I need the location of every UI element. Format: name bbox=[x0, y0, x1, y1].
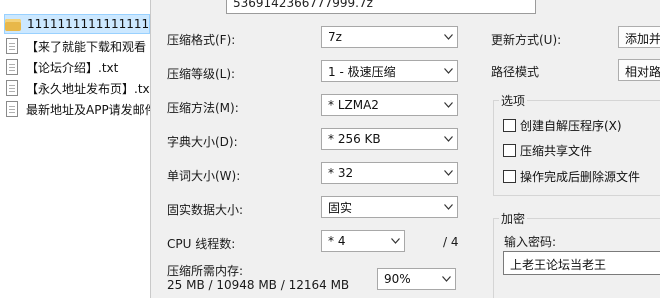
delete-after-checkbox[interactable]: 操作完成后删除源文件 bbox=[503, 168, 640, 185]
dict-select[interactable]: * 256 KB bbox=[321, 128, 458, 150]
threads-select[interactable]: * 4 bbox=[321, 230, 405, 252]
list-item-file[interactable]: 【来了就能下载和观看 bbox=[4, 36, 150, 56]
level-select[interactable]: 1 - 极速压缩 bbox=[321, 60, 458, 82]
chevron-down-icon bbox=[439, 197, 457, 217]
file-name: 最新地址及APP请发邮件 bbox=[26, 102, 150, 117]
format-value: 7z bbox=[328, 30, 342, 44]
options-group-title: 选项 bbox=[499, 92, 528, 109]
checkbox-box bbox=[503, 170, 516, 183]
chevron-down-icon bbox=[439, 95, 457, 115]
memory-percent-select[interactable]: 90% bbox=[377, 268, 456, 290]
chevron-down-icon bbox=[386, 231, 404, 251]
password-label: 输入密码: bbox=[504, 235, 557, 249]
file-name: 1111111111111111 bbox=[27, 17, 150, 31]
compress-shared-checkbox-label: 压缩共享文件 bbox=[520, 144, 593, 158]
chevron-down-icon bbox=[439, 129, 457, 149]
text-file-icon bbox=[6, 59, 18, 75]
level-label: 压缩等级(L): bbox=[167, 67, 236, 81]
list-item-file[interactable]: 最新地址及APP请发邮件 bbox=[4, 99, 150, 119]
memory-label: 压缩所需内存: bbox=[167, 264, 244, 278]
memory-info: 25 MB / 10948 MB / 12164 MB bbox=[167, 278, 350, 292]
method-label: 压缩方法(M): bbox=[167, 101, 239, 115]
compress-shared-checkbox[interactable]: 压缩共享文件 bbox=[503, 142, 592, 159]
checkbox-box bbox=[503, 119, 516, 132]
update-mode-select[interactable]: 添加并替换文件 bbox=[618, 26, 660, 48]
path-mode-select[interactable]: 相对路径 bbox=[618, 59, 660, 81]
chevron-down-icon bbox=[439, 61, 457, 81]
password-input[interactable]: 上老王论坛当老王 bbox=[503, 251, 660, 275]
text-file-icon bbox=[6, 38, 18, 54]
chevron-down-icon bbox=[437, 269, 455, 289]
method-value: * LZMA2 bbox=[328, 98, 379, 112]
text-file-icon bbox=[6, 101, 18, 117]
threads-max: / 4 bbox=[443, 235, 459, 249]
solid-select[interactable]: 固实 bbox=[321, 196, 458, 218]
folder-icon bbox=[5, 19, 21, 31]
archive-name-input[interactable]: 5369142366777999.7z bbox=[226, 0, 536, 14]
format-label: 压缩格式(F): bbox=[167, 33, 236, 47]
dict-value: * 256 KB bbox=[328, 132, 381, 146]
sfx-checkbox-label: 创建自解压程序(X) bbox=[520, 119, 622, 133]
delete-after-checkbox-label: 操作完成后删除源文件 bbox=[520, 170, 641, 184]
dict-label: 字典大小(D): bbox=[167, 135, 238, 149]
add-to-archive-dialog: 5369142366777999.7z 压缩格式(F): 7z 压缩等级(L):… bbox=[150, 0, 660, 298]
memory-percent-value: 90% bbox=[384, 272, 411, 286]
text-file-icon bbox=[6, 80, 18, 96]
word-value: * 32 bbox=[328, 166, 354, 180]
method-select[interactable]: * LZMA2 bbox=[321, 94, 458, 116]
chevron-down-icon bbox=[439, 27, 457, 47]
file-name: 【永久地址发布页】.txt bbox=[26, 81, 150, 96]
file-explorer-list: 1111111111111111 【来了就能下载和观看 【论坛介绍】.txt 【… bbox=[0, 0, 150, 298]
path-label: 路径模式 bbox=[491, 65, 540, 79]
list-item-file[interactable]: 【论坛介绍】.txt bbox=[4, 57, 150, 77]
list-item-folder[interactable]: 1111111111111111 bbox=[4, 14, 150, 34]
threads-value: * 4 bbox=[328, 234, 346, 248]
file-name: 【来了就能下载和观看 bbox=[26, 39, 147, 54]
threads-label: CPU 线程数: bbox=[167, 237, 236, 251]
level-value: 1 - 极速压缩 bbox=[328, 64, 396, 79]
checkbox-box bbox=[503, 144, 516, 157]
word-label: 单词大小(W): bbox=[167, 169, 241, 183]
format-select[interactable]: 7z bbox=[321, 26, 458, 48]
solid-label: 固实数据大小: bbox=[167, 203, 244, 217]
sfx-checkbox[interactable]: 创建自解压程序(X) bbox=[503, 117, 622, 134]
word-select[interactable]: * 32 bbox=[321, 162, 458, 184]
chevron-down-icon bbox=[439, 163, 457, 183]
solid-value: 固实 bbox=[328, 200, 353, 215]
list-item-file[interactable]: 【永久地址发布页】.txt bbox=[4, 78, 150, 98]
update-label: 更新方式(U): bbox=[491, 33, 562, 47]
file-name: 【论坛介绍】.txt bbox=[26, 60, 119, 75]
encryption-group-title: 加密 bbox=[499, 210, 528, 227]
